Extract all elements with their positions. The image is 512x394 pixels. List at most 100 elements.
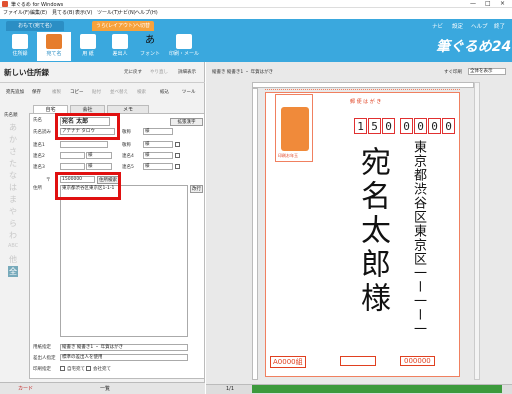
address-input[interactable]: 東京都渋谷区東京区1-1-1 (60, 185, 188, 337)
joint4-honorific[interactable]: 様 (143, 152, 173, 159)
stamp-area: 印刷お年玉 (275, 94, 313, 162)
kana-ya[interactable]: や (8, 206, 18, 217)
paste-button[interactable]: 貼付 (92, 89, 101, 95)
search-button[interactable]: 検索 (137, 89, 146, 95)
redo-link[interactable]: やり直し (150, 69, 168, 75)
kana-a[interactable]: あ (8, 122, 18, 133)
joint1-input[interactable] (60, 141, 108, 148)
kana-ta[interactable]: た (8, 158, 18, 169)
undo-link[interactable]: 元に戻す (124, 69, 142, 75)
sort-button[interactable]: 並べ替え (110, 89, 128, 95)
zip-digit: 1 (354, 118, 367, 134)
kana-wa[interactable]: わ (8, 230, 18, 241)
help-link[interactable]: ヘルプ (471, 22, 488, 30)
kana-na[interactable]: な (8, 170, 18, 181)
stamp-text: 印刷お年玉 (278, 153, 298, 158)
panel-title: 新しい住所録 (4, 68, 49, 77)
joint1-check[interactable] (175, 142, 180, 147)
joint3-honorific[interactable]: 様 (86, 163, 112, 170)
kana-ka[interactable]: か (8, 134, 18, 145)
horizontal-scrollbar[interactable] (252, 385, 502, 393)
joint5-check[interactable] (175, 164, 180, 169)
list-view-tab[interactable]: 一覧 (100, 385, 110, 392)
kana-ra[interactable]: ら (8, 218, 18, 229)
joint2-honorific[interactable]: 様 (86, 152, 112, 159)
address-highlight (55, 172, 121, 200)
recipient-name: 宛名太郎様 (355, 146, 390, 316)
add-entry-button[interactable]: 宛先追加 (6, 89, 24, 95)
menu-tools[interactable]: ツール(T) (97, 9, 119, 16)
addressee-icon (46, 34, 62, 49)
company-print-label: 会社宛て (93, 367, 111, 372)
joint3-label: 連名3 (33, 165, 45, 170)
company-print-check[interactable] (86, 366, 91, 371)
filter-button[interactable]: 絞込 (160, 89, 169, 95)
kana-ma[interactable]: ま (8, 194, 18, 205)
app-icon (2, 1, 8, 7)
menu-help[interactable]: ヘルプ(H) (135, 9, 158, 16)
detail-view-link[interactable]: 詳細表示 (178, 69, 196, 75)
joint1-honorific[interactable]: 様 (143, 141, 173, 148)
menu-bar: ファイル(F) 編集(E) 見てる(B) 表示(V) ツール(T) ナビ(N) … (0, 8, 512, 17)
paper-setting-label: 用紙指定 (33, 345, 51, 350)
joint2-input[interactable] (60, 152, 85, 159)
joint2-label: 連名2 (33, 154, 45, 159)
name-highlight (55, 113, 120, 140)
tab-switch-layout[interactable]: うら(レイアウト)へ切替 (92, 21, 154, 31)
exit-link[interactable]: 終了 (494, 22, 505, 30)
sender-button[interactable]: 差出人 (103, 32, 137, 61)
settings-link[interactable]: 設定 (452, 22, 463, 30)
kana-ha[interactable]: は (8, 182, 18, 193)
addressee-button[interactable]: 宛て名 (37, 32, 71, 61)
minimize-button[interactable]: — (470, 0, 476, 7)
honorific-select[interactable]: 様 (143, 128, 173, 135)
zip-digit: 0 (428, 118, 441, 134)
paper-icon (80, 34, 96, 49)
home-print-label: 自宅宛て (67, 367, 85, 372)
paper-setting-select[interactable]: 縦書き 縦書き1 ・ 年賀はがき (60, 344, 188, 351)
menu-display[interactable]: 表示(V) (75, 9, 92, 16)
tab-company[interactable]: 会社 (70, 105, 105, 113)
navi-link[interactable]: ナビ (432, 22, 443, 30)
kana-sa[interactable]: さ (8, 146, 18, 157)
menu-file[interactable]: ファイル(F) (3, 9, 30, 16)
home-print-check[interactable] (60, 366, 65, 371)
maximize-button[interactable]: □ (485, 0, 491, 7)
print-button[interactable]: 印刷・メール (164, 32, 204, 61)
address-book-button[interactable]: 住所録 (3, 32, 37, 61)
address-label: 住所 (33, 186, 42, 191)
joint5-label: 連名5 (122, 165, 134, 170)
panel-divider (0, 82, 205, 83)
joint4-check[interactable] (175, 153, 180, 158)
paper-button[interactable]: 用 紙 (71, 32, 105, 61)
kana-other[interactable]: 他 (8, 254, 18, 265)
copy-button[interactable]: コピー (70, 89, 84, 95)
sender-setting-label: 差出人指定 (33, 356, 56, 361)
joint3-input[interactable] (60, 163, 85, 170)
save-button[interactable]: 保存 (32, 89, 41, 95)
zoom-select[interactable]: 全体を表示 (468, 68, 506, 75)
addressee-label: 宛て名 (46, 51, 62, 57)
card-view-tab[interactable]: カード (18, 385, 33, 392)
tab-front-side[interactable]: おもて(宛て名) (6, 21, 64, 31)
kana-all[interactable]: 全 (8, 266, 18, 277)
vertical-scrollbar[interactable] (474, 82, 480, 380)
kana-abc[interactable]: ABC (8, 243, 18, 249)
close-button[interactable]: × (500, 0, 505, 7)
menu-edit[interactable]: 編集(E) (30, 9, 47, 16)
tools-button[interactable]: ツール (182, 89, 196, 95)
sender-setting-select[interactable]: 標準の差出人を使用 (60, 354, 188, 361)
joint1-label: 連名1 (33, 143, 45, 148)
joint5-honorific[interactable]: 様 (143, 163, 173, 170)
tab-home[interactable]: 自宅 (33, 105, 68, 113)
reading-label: 氏名読み (33, 130, 51, 135)
extended-kanji-button[interactable]: 拡張漢字 (170, 118, 203, 126)
font-button[interactable]: あフォント (133, 32, 167, 61)
menu-view-card[interactable]: 見てる(B) (52, 9, 74, 16)
tab-memo[interactable]: メモ (107, 105, 149, 113)
newline-button[interactable]: 改行 (190, 185, 203, 193)
duplicate-button[interactable]: 複製 (52, 89, 61, 95)
sender-icon (112, 34, 128, 49)
menu-navi[interactable]: ナビ(N) (118, 9, 136, 16)
sort-order-label[interactable]: 氏名順 (4, 112, 18, 118)
